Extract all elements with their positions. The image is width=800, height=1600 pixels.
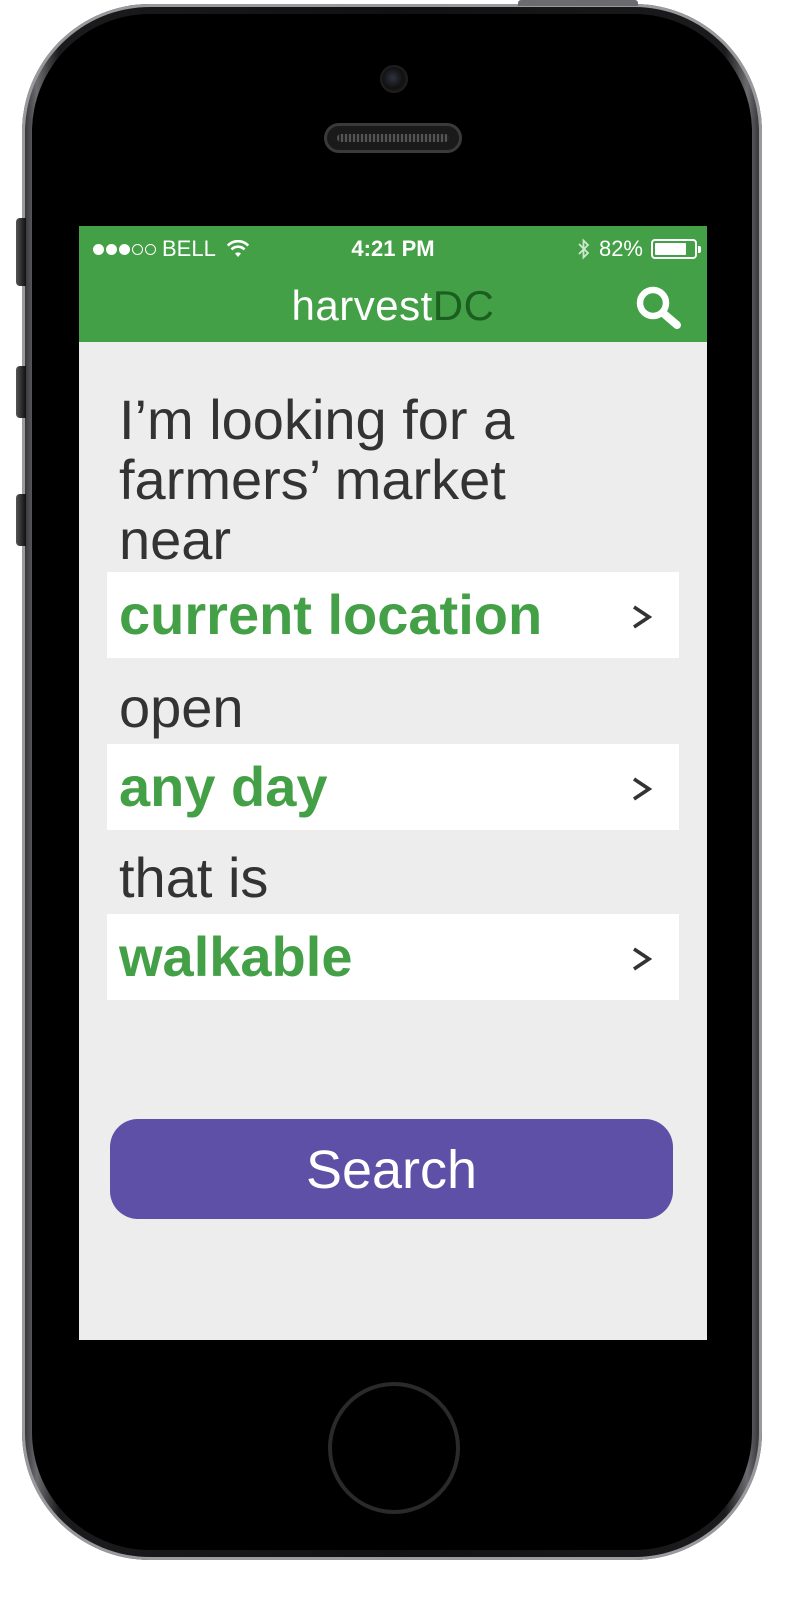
bluetooth-icon [578, 238, 590, 260]
battery-level [655, 243, 687, 255]
chevron-right-icon [633, 777, 653, 801]
day-selector[interactable]: any day [107, 744, 679, 830]
app-title-harvest: harvest [291, 282, 433, 329]
battery-percent: 82% [598, 236, 643, 261]
front-camera [380, 65, 408, 93]
volume-up-button [16, 366, 26, 418]
search-button[interactable]: Search [110, 1119, 673, 1219]
prompt-open: open [119, 676, 244, 739]
volume-down-button [16, 494, 26, 546]
location-value: current location [119, 583, 543, 646]
status-bar: BELL 4:21 PM 82% [79, 226, 707, 272]
app-title: harvestDC [79, 282, 707, 330]
prompt-that-is: that is [119, 846, 269, 909]
earpiece-speaker [324, 123, 462, 153]
battery-icon [651, 239, 701, 259]
chevron-right-icon [633, 947, 653, 971]
location-selector[interactable]: current location [107, 572, 679, 658]
app-screen: BELL 4:21 PM 82% harvestDC I’m looking f… [79, 226, 707, 1340]
mute-switch [16, 218, 26, 286]
distance-selector[interactable]: walkable [107, 914, 679, 1000]
prompt-intro: I’m looking for a farmers’ market near [119, 388, 515, 571]
search-icon[interactable] [633, 284, 683, 330]
chevron-right-icon [633, 605, 653, 629]
power-button [518, 0, 638, 6]
nav-bar: harvestDC [79, 272, 707, 342]
day-value: any day [119, 755, 328, 818]
distance-value: walkable [119, 925, 353, 988]
battery-status: 82% [577, 236, 701, 262]
home-button[interactable] [328, 1382, 460, 1514]
app-title-dc: DC [432, 282, 495, 329]
